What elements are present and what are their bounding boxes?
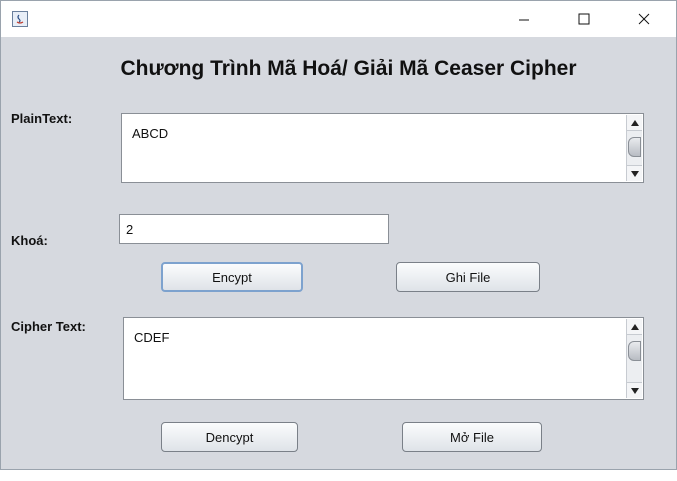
scroll-thumb[interactable] [628,137,641,157]
ciphertext-scrollbar[interactable] [626,319,642,398]
scroll-up-button[interactable] [627,115,642,131]
scroll-down-button[interactable] [627,382,642,398]
plaintext-value: ABCD [132,126,169,141]
key-label: Khoá: [11,233,48,248]
scroll-thumb[interactable] [628,341,641,361]
arrow-up-icon [630,323,639,330]
minimize-icon [519,19,529,21]
open-file-button[interactable]: Mở File [402,422,542,452]
plaintext-scrollbar[interactable] [626,115,642,181]
close-icon [638,13,650,25]
scroll-up-button[interactable] [627,319,642,335]
main-panel: Chương Trình Mã Hoá/ Giải Mã Ceaser Ciph… [1,37,676,469]
ciphertext-label: Cipher Text: [11,319,86,334]
maximize-icon [578,13,590,25]
maximize-button[interactable] [561,1,607,37]
encrypt-button[interactable]: Encypt [161,262,303,292]
close-button[interactable] [621,1,667,37]
plaintext-textarea[interactable]: ABCD [121,113,644,183]
save-file-button[interactable]: Ghi File [396,262,540,292]
ciphertext-textarea[interactable]: CDEF [123,317,644,400]
arrow-down-icon [630,387,639,394]
app-window: Chương Trình Mã Hoá/ Giải Mã Ceaser Ciph… [0,0,677,470]
scroll-down-button[interactable] [627,165,642,181]
page-title: Chương Trình Mã Hoá/ Giải Mã Ceaser Ciph… [120,57,577,80]
arrow-up-icon [630,119,639,126]
plaintext-label: PlainText: [11,111,73,126]
java-app-icon[interactable] [12,11,28,27]
minimize-button[interactable] [501,1,547,37]
decrypt-button[interactable]: Dencypt [161,422,298,452]
key-input[interactable] [119,214,389,244]
title-bar[interactable] [1,1,676,37]
arrow-down-icon [630,170,639,177]
ciphertext-value: CDEF [134,330,170,345]
